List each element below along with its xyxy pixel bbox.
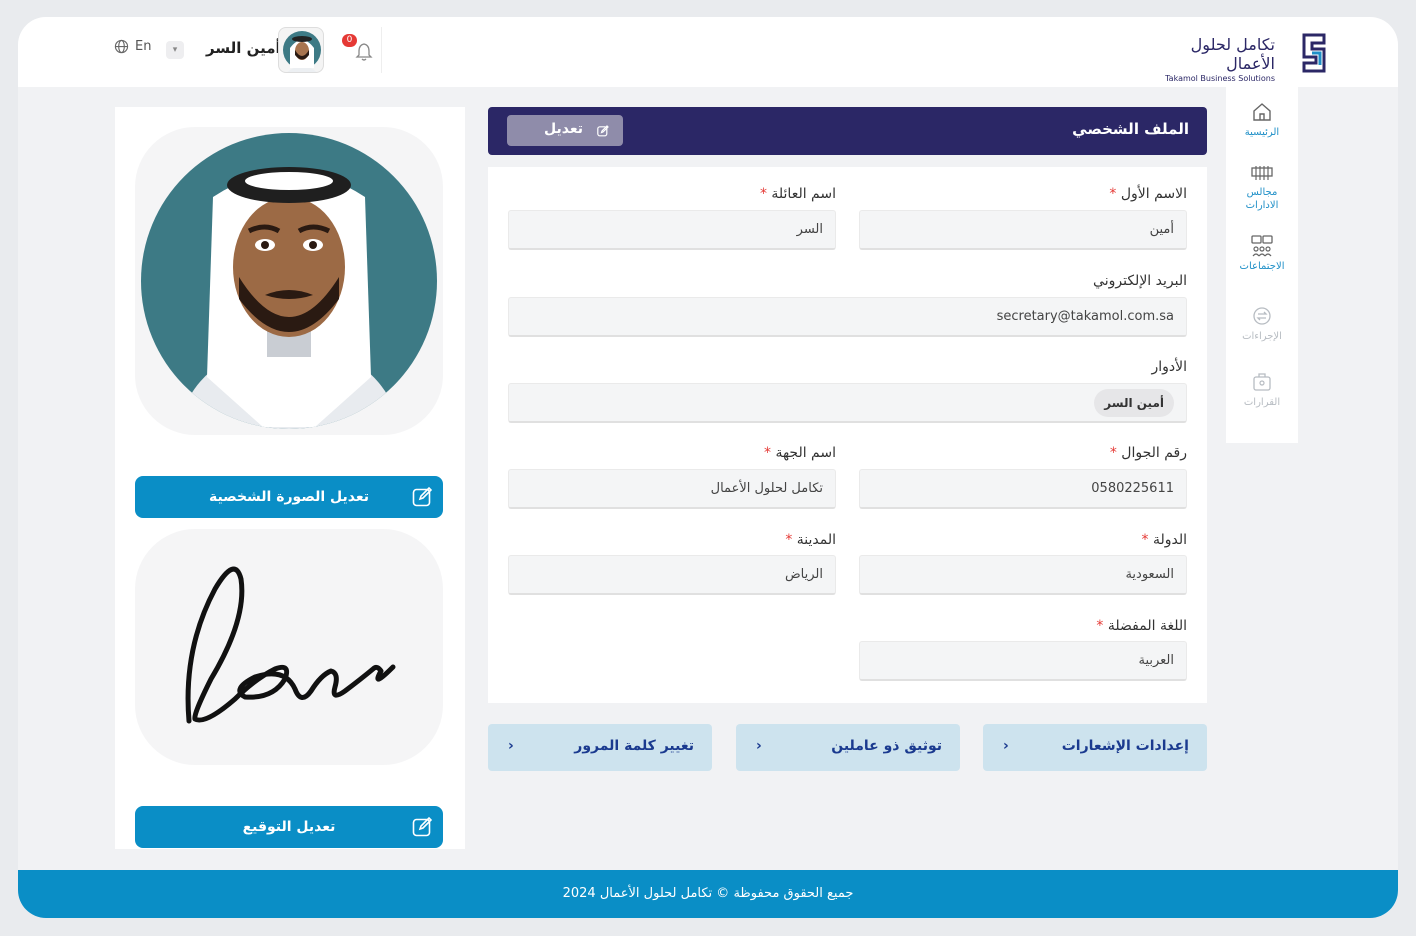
profile-header: الملف الشخصي تعديل [488, 107, 1207, 155]
sidebar-item-home[interactable]: الرئيسية [1226, 101, 1298, 139]
brand-name-en: Takamol Business Solutions [1165, 74, 1275, 83]
edit-icon [597, 125, 609, 137]
brand-logo[interactable]: تكامل لحلول الأعمال Takamol Business Sol… [1145, 35, 1275, 83]
edit-photo-label: تعديل الصورة الشخصية [208, 489, 370, 505]
mobile-label: رقم الجوال * [1109, 445, 1187, 461]
edit-profile-label: تعديل [544, 121, 583, 137]
chevron-left-icon: ‹ [508, 738, 514, 754]
notification-badge: 0 [342, 34, 357, 47]
change-password-button[interactable]: تغيير كلمة المرور ‹ [488, 724, 712, 771]
actions-icon [1253, 307, 1271, 325]
sidebar-item-decisions[interactable]: القرارات [1226, 371, 1298, 409]
meetings-icon [1251, 235, 1273, 257]
edit-profile-button[interactable]: تعديل [507, 115, 623, 146]
language-field[interactable]: العربية [859, 641, 1187, 681]
sidebar-item-label: الإجراءات [1242, 331, 1282, 342]
country-field[interactable]: السعودية [859, 555, 1187, 595]
email-label: البريد الإلكتروني [1093, 273, 1187, 289]
family-name-field[interactable]: السر [508, 210, 836, 250]
profile-media-card: تعديل الصورة الشخصية تعديل التوقيع [115, 107, 465, 849]
mobile-field[interactable]: 0580225611 [859, 469, 1187, 509]
two-factor-label: توثيق ذو عاملين [831, 738, 942, 754]
entity-field[interactable]: تكامل لحلول الأعمال [508, 469, 836, 509]
brand-name-ar: تكامل لحلول الأعمال [1190, 35, 1275, 73]
page-title: الملف الشخصي [1072, 120, 1189, 138]
home-icon [1253, 103, 1271, 121]
chevron-down-icon[interactable]: ▾ [166, 41, 184, 59]
change-password-label: تغيير كلمة المرور [574, 738, 694, 754]
role-chip: أمين السر [1094, 389, 1174, 417]
profile-avatar-illustration [141, 133, 437, 429]
edit-photo-button[interactable]: تعديل الصورة الشخصية [135, 476, 443, 518]
chevron-left-icon: ‹ [1003, 738, 1009, 754]
sidebar-item-label: القرارات [1243, 397, 1281, 408]
sidebar-item-actions[interactable]: الإجراءات [1226, 305, 1298, 343]
language-switcher[interactable]: En [114, 39, 151, 54]
sidebar-item-label: الاجتماعات [1239, 261, 1285, 272]
family-name-label: اسم العائلة * [759, 186, 836, 202]
user-name[interactable]: أمين السر [206, 39, 281, 57]
first-name-label: الاسم الأول * [1109, 186, 1187, 202]
app-window: تكامل لحلول الأعمال Takamol Business Sol… [18, 17, 1398, 918]
signature-box [135, 529, 443, 765]
roles-field[interactable]: أمين السر [508, 383, 1187, 423]
globe-icon [114, 39, 129, 54]
sidebar-item-boards[interactable]: مجالس الادارات [1226, 165, 1298, 212]
entity-label: اسم الجهة * [764, 445, 836, 461]
language-label: En [135, 39, 152, 54]
sidebar-item-label: مجالس الادارات [1245, 187, 1279, 211]
profile-form: الاسم الأول * أمين اسم العائلة * السر ال… [488, 167, 1207, 703]
bell-icon [355, 43, 373, 61]
decisions-icon [1253, 373, 1271, 391]
sidebar: الرئيسية مجالس الادارات الاجتماعات الإجر… [1226, 87, 1298, 443]
country-label: الدولة * [1141, 532, 1188, 548]
edit-signature-button[interactable]: تعديل التوقيع [135, 806, 443, 848]
email-field[interactable]: secretary@takamol.com.sa [508, 297, 1187, 337]
brand-mark-icon [1302, 33, 1326, 73]
sidebar-item-label: الرئيسية [1244, 127, 1280, 138]
copyright-text: جميع الحقوق محفوظة © تكامل لحلول الأعمال… [562, 886, 854, 901]
edit-icon [412, 816, 433, 837]
notification-settings-button[interactable]: إعدادات الإشعارات ‹ [983, 724, 1207, 771]
two-factor-button[interactable]: توثيق ذو عاملين ‹ [736, 724, 960, 771]
city-label: المدينة * [785, 532, 836, 548]
boards-icon [1251, 166, 1273, 180]
avatar[interactable] [278, 27, 324, 73]
profile-picture [135, 127, 443, 435]
top-bar: تكامل لحلول الأعمال Takamol Business Sol… [18, 17, 1398, 87]
language-label: اللغة المفضلة * [1096, 618, 1187, 634]
edit-icon [412, 486, 433, 507]
first-name-field[interactable]: أمين [859, 210, 1187, 250]
notification-settings-label: إعدادات الإشعارات [1061, 738, 1189, 754]
footer: جميع الحقوق محفوظة © تكامل لحلول الأعمال… [18, 870, 1398, 918]
roles-label: الأدوار [1151, 359, 1187, 375]
edit-signature-label: تعديل التوقيع [242, 819, 336, 835]
city-field[interactable]: الرياض [508, 555, 836, 595]
signature-image [185, 566, 396, 724]
user-avatar-icon [283, 31, 321, 72]
sidebar-item-meetings[interactable]: الاجتماعات [1226, 235, 1298, 273]
chevron-left-icon: ‹ [756, 738, 762, 754]
